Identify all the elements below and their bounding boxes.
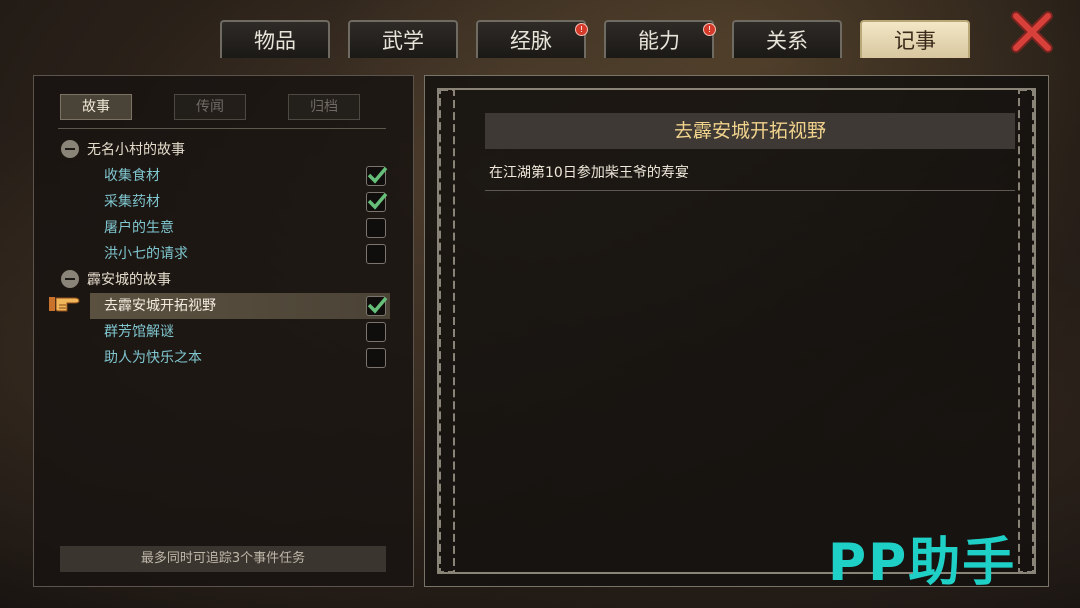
quest-label: 洪小七的请求 [104,246,188,262]
collapse-icon [61,270,79,288]
quest-item[interactable]: 洪小七的请求 [90,241,390,267]
watermark-logo: PP助手 [828,533,1017,593]
track-checkbox[interactable] [366,244,386,264]
divider [485,190,1015,191]
quest-label: 去霹安城开拓视野 [104,298,216,314]
quest-item-selected[interactable]: 去霹安城开拓视野 [90,293,390,319]
tab-martial-arts[interactable]: 武学 [348,20,458,58]
quest-list-panel: 故事 传闻 归档 无名小村的故事 收集食材 采集药材 屠户的生意 洪小七的请求 … [33,75,414,587]
quest-detail-description: 在江湖第10日参加柴王爷的寿宴 [489,165,689,181]
quest-group-toggle[interactable]: 霹安城的故事 [61,268,171,292]
track-checkbox[interactable] [366,166,388,186]
journal-subtabs: 故事 传闻 归档 [60,94,390,122]
track-checkbox[interactable] [366,218,386,238]
checkmark-icon [367,296,388,314]
quest-label: 群芳馆解谜 [104,324,174,340]
subtab-label: 归档 [310,99,338,115]
subtab-story[interactable]: 故事 [60,94,132,120]
quest-label: 助人为快乐之本 [104,350,202,366]
tab-meridians[interactable]: 经脉! [476,20,588,58]
track-checkbox[interactable] [366,348,386,368]
quest-label: 收集食材 [104,168,160,184]
quest-group-toggle[interactable]: 无名小村的故事 [61,138,185,162]
pointing-hand-icon [49,293,81,315]
track-checkbox[interactable] [366,322,386,342]
subtab-archive[interactable]: 归档 [288,94,360,120]
tab-relations[interactable]: 关系 [732,20,842,58]
ornate-frame: 去霹安城开拓视野 在江湖第10日参加柴王爷的寿宴 [437,88,1036,574]
notification-badge-icon: ! [703,23,716,36]
quest-item[interactable]: 助人为快乐之本 [90,345,390,371]
tab-abilities[interactable]: 能力! [604,20,716,58]
quest-label: 采集药材 [104,194,160,210]
tab-label: 记事 [894,29,936,53]
fret-border-icon [1018,90,1034,572]
fret-border-icon [439,90,455,572]
close-button[interactable] [1010,10,1054,54]
tab-journal[interactable]: 记事 [860,20,970,58]
subtab-label: 传闻 [196,99,224,115]
quest-item[interactable]: 收集食材 [90,163,390,189]
checkmark-icon [367,192,388,210]
tab-label: 物品 [254,29,296,53]
tab-label: 经脉 [510,29,552,53]
quest-group-title: 霹安城的故事 [87,272,171,288]
track-checkbox[interactable] [366,296,388,316]
quest-item[interactable]: 屠户的生意 [90,215,390,241]
quest-group-title: 无名小村的故事 [87,142,185,158]
tab-label: 关系 [766,29,808,53]
quest-detail-title: 去霹安城开拓视野 [485,113,1015,149]
tab-items[interactable]: 物品 [220,20,330,58]
close-icon [1011,11,1053,53]
quest-item[interactable]: 群芳馆解谜 [90,319,390,345]
quest-label: 屠户的生意 [104,220,174,236]
tracking-limit-note: 最多同时可追踪3个事件任务 [60,546,386,572]
divider [58,128,386,129]
tab-label: 武学 [382,29,424,53]
checkmark-icon [367,166,388,184]
subtab-rumors[interactable]: 传闻 [174,94,246,120]
track-checkbox[interactable] [366,192,388,212]
quest-item[interactable]: 采集药材 [90,189,390,215]
tab-label: 能力 [638,29,680,53]
subtab-label: 故事 [82,99,110,115]
quest-detail-panel: 去霹安城开拓视野 在江湖第10日参加柴王爷的寿宴 [424,75,1049,587]
notification-badge-icon: ! [575,23,588,36]
collapse-icon [61,140,79,158]
